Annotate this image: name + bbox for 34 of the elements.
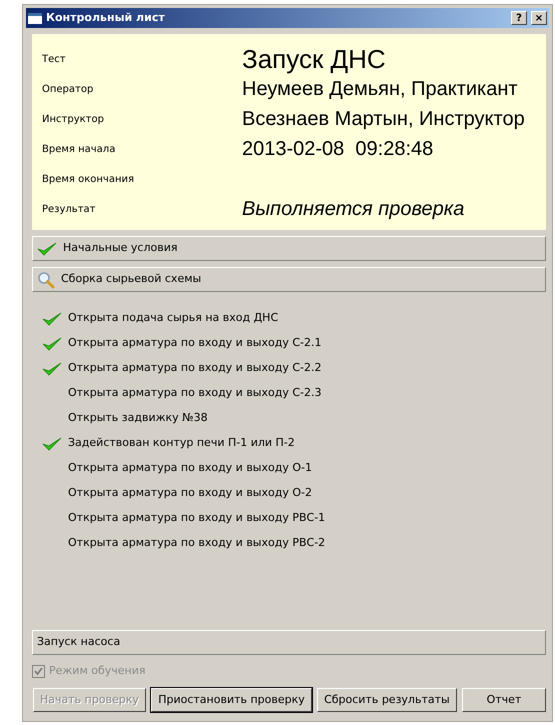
checklist-item: Задействован контур печи П-1 или П-2: [68, 435, 295, 452]
checklist-item: Открыта арматура по входу и выходу С-2.3: [68, 385, 322, 402]
checklist-item: Открыта арматура по входу и выходу О-1: [68, 460, 312, 476]
action-button[interactable]: Отчет: [462, 688, 546, 712]
checklist-item: Открыта арматура по входу и выходу С-2.1: [68, 335, 322, 352]
field-value: 2013-02-08 09:28:48: [242, 137, 434, 162]
field-value: Всезнаев Мартын, Инструктор: [242, 107, 525, 132]
field-value: Выполняется проверка: [242, 197, 464, 222]
field-value: Неумеев Демьян, Практикант: [242, 77, 518, 102]
section-header[interactable]: Начальные условия: [32, 236, 546, 261]
close-button[interactable]: ×: [531, 11, 547, 25]
field-label: Результат: [42, 202, 96, 216]
checkbox-label: Режим обучения: [49, 663, 146, 679]
field-value: Запуск ДНС: [242, 42, 386, 76]
section-header[interactable]: Запуск насоса: [32, 630, 546, 655]
checklist-item: Открыта арматура по входу и выходу РВС-2: [68, 535, 326, 552]
window-icon: [28, 12, 42, 24]
field-label: Время окончания: [42, 172, 136, 186]
checklist-item: Открыта подача сырья на вход ДНС: [68, 310, 278, 326]
field-label: Инструктор: [42, 112, 105, 126]
checkmark-icon: [37, 242, 57, 256]
action-button[interactable]: Сбросить результаты: [317, 688, 457, 712]
checklist-item: Открыта арматура по входу и выходу О-2: [68, 485, 312, 502]
window-title: Контрольный лист: [46, 10, 166, 26]
field-label: Оператор: [42, 82, 94, 96]
field-label: Тест: [42, 52, 67, 66]
magnifier-icon: [37, 270, 55, 288]
action-button[interactable]: Приостановить проверку: [151, 688, 312, 712]
section-header[interactable]: Сборка сырьевой схемы: [32, 267, 546, 292]
checklist-item: Открыта арматура по входу и выходу С-2.2: [68, 360, 322, 376]
field-label: Время начала: [42, 142, 116, 156]
help-button[interactable]: ?: [511, 11, 527, 25]
checklist-item: Открыта арматура по входу и выходу РВС-1: [68, 510, 326, 526]
checklist-item: Открыть задвижку №38: [68, 410, 208, 426]
